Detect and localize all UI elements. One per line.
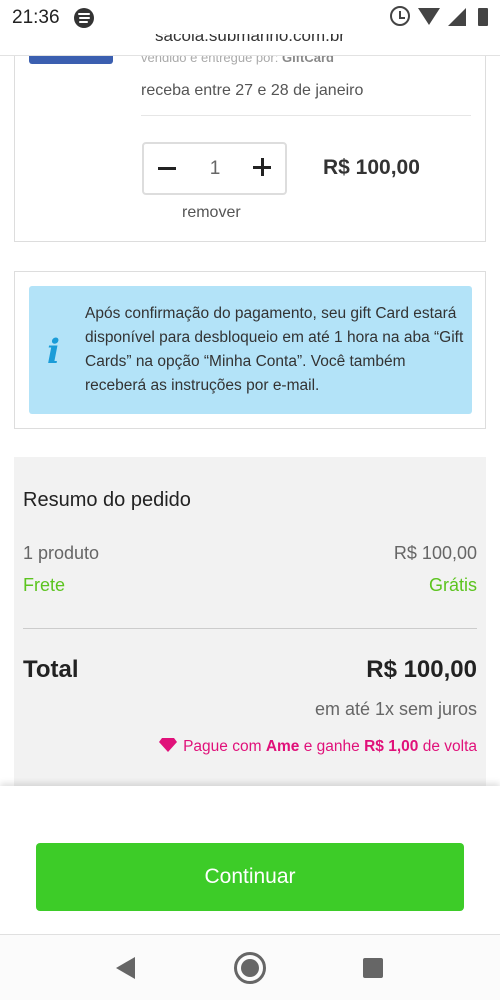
order-summary: Resumo do pedido 1 produto R$ 100,00 Fre… [14,457,486,817]
shipping-label: Frete [23,575,66,595]
summary-title: Resumo do pedido [23,489,191,511]
ame-middle: e ganhe [303,738,360,755]
total-label: Total [23,656,79,683]
spotify-icon [74,8,94,28]
android-nav-bar [0,934,500,1000]
product-thumbnail[interactable] [29,56,113,64]
diamond-icon [159,738,178,752]
recent-apps-icon[interactable] [363,958,383,978]
continue-button[interactable]: Continuar [36,843,464,911]
info-card: i Após confirmação do pagamento, seu gif… [14,271,486,429]
home-icon[interactable] [234,952,266,984]
info-box: i Após confirmação do pagamento, seu gif… [29,286,472,414]
info-text: Após confirmação do pagamento, seu gift … [85,305,464,394]
status-icons [378,6,488,28]
products-count: 1 produto [23,543,100,563]
divider [141,115,471,116]
total-value: R$ 100,00 [366,656,477,683]
ame-brand: Ame [265,738,300,755]
back-icon[interactable] [116,957,135,979]
signal-icon [448,8,466,26]
delivery-estimate: receba entre 27 e 28 de janeiro [141,82,364,99]
products-subtotal: R$ 100,00 [393,543,477,563]
installments-text: em até 1x sem juros [314,699,477,719]
minus-icon[interactable] [154,154,182,182]
plus-icon[interactable] [249,154,277,182]
summary-divider [23,628,477,629]
battery-icon [478,8,488,26]
remove-link[interactable]: remover [182,204,241,222]
ame-prefix: Pague com [183,738,262,755]
info-icon: i [47,332,60,372]
ame-suffix: de volta [422,738,477,755]
quantity-stepper: 1 [142,142,287,195]
alarm-icon [390,6,410,26]
wifi-icon [418,8,440,25]
status-time: 21:36 [12,7,60,28]
checkout-bar: Continuar [0,786,500,934]
quantity-value[interactable]: 1 [199,158,231,180]
ame-cashback-line: Pague com Ame e ganhe R$ 1,00 de volta [159,738,477,756]
status-bar: 21:36 [0,0,500,34]
item-price: R$ 100,00 [323,156,420,179]
product-card: vendido e entregue por: GiftCard receba … [14,30,486,242]
ame-cashback: R$ 1,00 [364,738,419,755]
shipping-value: Grátis [428,575,477,595]
